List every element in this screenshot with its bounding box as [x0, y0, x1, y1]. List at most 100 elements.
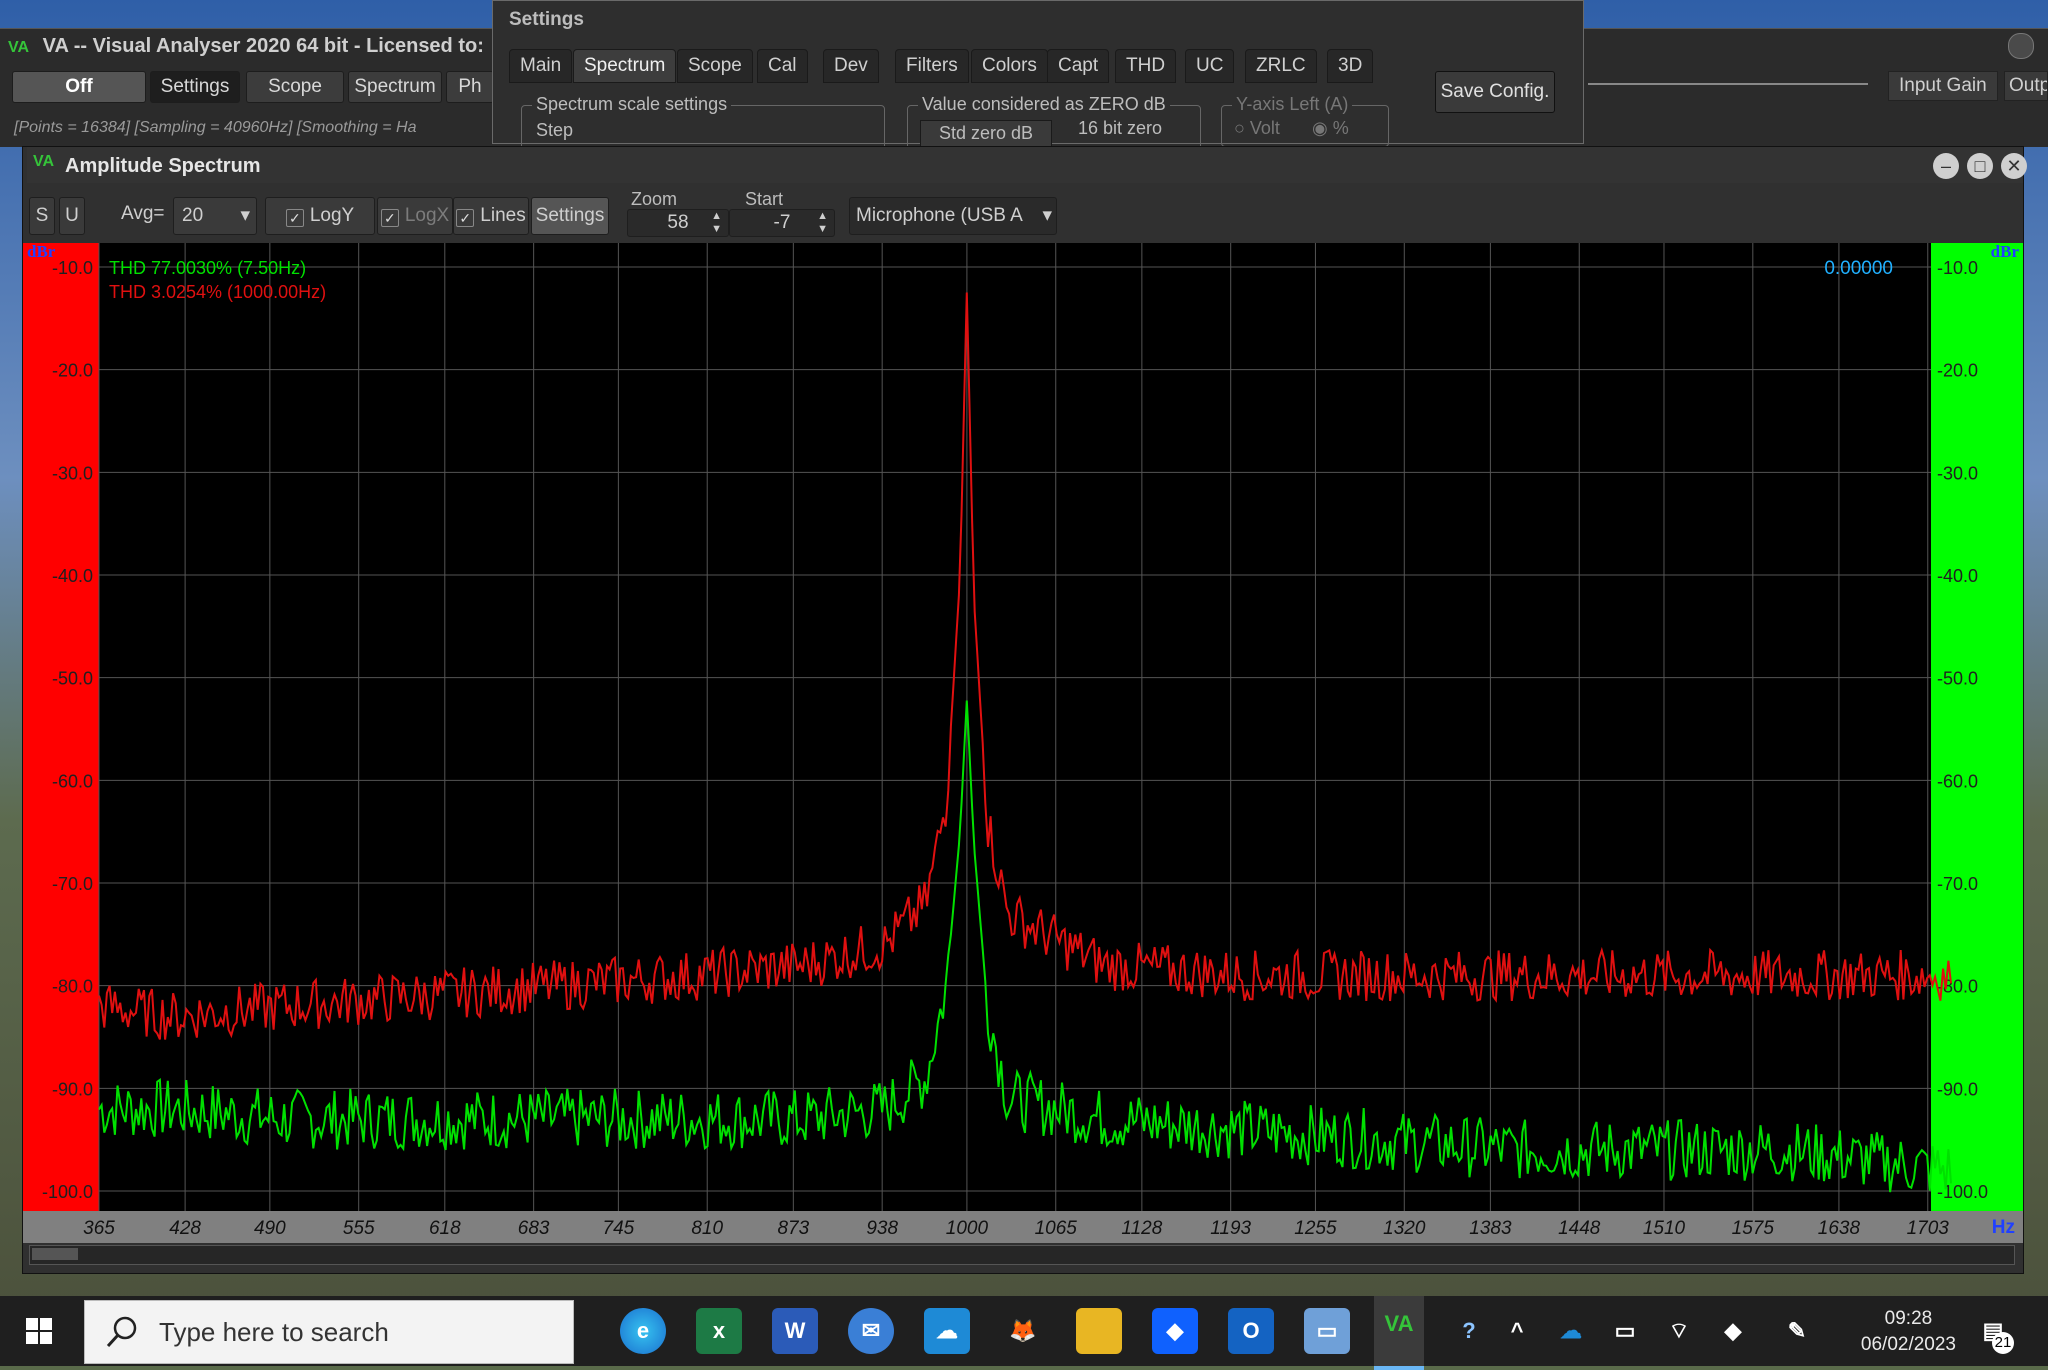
x-tick-label: 1255: [1294, 1218, 1337, 1239]
edge-icon[interactable]: e: [620, 1308, 666, 1354]
radio-icon: ○: [1234, 118, 1250, 138]
spinner-arrows-icon[interactable]: ▲ ▼: [817, 210, 828, 236]
tab-thd[interactable]: THD: [1115, 49, 1177, 83]
percent-label: %: [1332, 118, 1349, 138]
x-axis-unit-label: Hz: [1992, 1217, 2015, 1238]
onedrive-tray-icon[interactable]: ☁: [1548, 1308, 1594, 1354]
percent-radio[interactable]: ◉ %: [1312, 118, 1349, 139]
outlook-icon[interactable]: O: [1228, 1308, 1274, 1354]
main-spectrum-button[interactable]: Spectrum: [348, 71, 442, 103]
photos-icon[interactable]: ▭: [1304, 1308, 1350, 1354]
battery-icon[interactable]: ▭: [1602, 1308, 1648, 1354]
y-tick-label-left: -80.0: [52, 977, 93, 997]
device-select[interactable]: Microphone (USB A ▾: [849, 197, 1057, 235]
checkbox-icon: ✓: [285, 209, 304, 227]
zoom-spinner[interactable]: 58 ▲ ▼: [627, 209, 729, 237]
input-gain-button[interactable]: Input Gain: [1888, 71, 1998, 101]
y-tick-label-right: -60.0: [1937, 771, 1978, 791]
mail-icon[interactable]: ✉: [848, 1308, 894, 1354]
y-tick-label-left: -30.0: [52, 463, 93, 483]
volt-radio[interactable]: ○ Volt: [1234, 118, 1280, 139]
va-main-title: VA VA -- Visual Analyser 2020 64 bit - L…: [8, 35, 484, 58]
avg-select[interactable]: 20 ▾: [173, 197, 257, 235]
wifi-icon[interactable]: ⌔: [1656, 1308, 1702, 1354]
tab-colors[interactable]: Colors: [971, 49, 1048, 83]
amp-settings-button[interactable]: Settings: [531, 197, 609, 235]
x-tick-label: 555: [343, 1218, 375, 1239]
off-button[interactable]: Off: [12, 71, 146, 103]
zero-db-legend: Value considered as ZERO dB: [918, 94, 1170, 115]
tab-capt[interactable]: Capt: [1047, 49, 1110, 83]
x-tick-label: 873: [777, 1218, 809, 1239]
pen-icon[interactable]: ✎: [1774, 1308, 1820, 1354]
minimize-icon[interactable]: –: [1933, 153, 1959, 179]
file-explorer-icon[interactable]: [1076, 1308, 1122, 1354]
main-settings-button[interactable]: Settings: [150, 71, 240, 103]
tab-cal[interactable]: Cal: [757, 49, 808, 83]
settings-title: Settings: [509, 9, 584, 30]
x-tick-label: 1000: [946, 1218, 989, 1239]
windows-start-icon[interactable]: [26, 1318, 52, 1344]
main-minimize-icon[interactable]: [2008, 33, 2034, 59]
y-tick-label-left: -20.0: [52, 361, 93, 381]
taskbar: Type here to search e x W ✉ ☁ 🦊 ◆ O ▭ VA…: [0, 1296, 2048, 1370]
spectrum-plot[interactable]: -10.0 -10.0 -20.0 -20.0 -30.0 -30.0 -40.0 -40.0…: [23, 243, 2023, 1243]
y-axis-unit-right: dBr: [1991, 243, 2020, 261]
legend-thd-green: THD 77.0030% (7.50Hz): [109, 258, 306, 278]
scrollbar-thumb[interactable]: [32, 1248, 78, 1260]
logy-checkbox[interactable]: ✓ LogY: [265, 197, 375, 235]
chevron-up-icon[interactable]: ^: [1494, 1308, 1540, 1354]
dropbox-tray-icon[interactable]: ◆: [1710, 1308, 1756, 1354]
gain-slider-track[interactable]: [1588, 83, 1868, 85]
notification-count-badge: 21: [1992, 1332, 2014, 1354]
tab-main[interactable]: Main: [509, 49, 573, 83]
help-icon[interactable]: ?: [1446, 1308, 1492, 1354]
clock-time: 09:28: [1884, 1308, 1933, 1329]
taskbar-search[interactable]: Type here to search: [84, 1300, 574, 1364]
amp-window-title: Amplitude Spectrum: [65, 155, 261, 177]
tab-uc[interactable]: UC: [1185, 49, 1235, 83]
maximize-icon[interactable]: □: [1967, 153, 1993, 179]
taskbar-clock[interactable]: 09:28 06/02/2023: [1861, 1306, 1956, 1358]
tab-3d[interactable]: 3D: [1327, 49, 1374, 83]
u-button[interactable]: U: [59, 197, 85, 235]
logx-checkbox[interactable]: ✓ LogX: [377, 197, 453, 235]
logx-label: LogX: [404, 205, 450, 226]
tab-filters[interactable]: Filters: [895, 49, 969, 83]
plot-background: [23, 243, 2023, 1243]
sixteen-bit-zero-label[interactable]: 16 bit zero: [1078, 118, 1162, 139]
spinner-arrows-icon[interactable]: ▲ ▼: [711, 210, 722, 236]
x-tick-label: 1065: [1035, 1218, 1078, 1239]
x-tick-label: 1703: [1907, 1218, 1950, 1239]
clock-date: 06/02/2023: [1860, 1334, 1956, 1355]
logy-label: LogY: [309, 205, 355, 226]
x-tick-label: 1128: [1121, 1218, 1162, 1239]
fox-icon[interactable]: 🦊: [1000, 1308, 1046, 1354]
x-tick-label: 938: [866, 1218, 898, 1239]
search-placeholder: Type here to search: [159, 1317, 389, 1347]
horizontal-scrollbar[interactable]: [29, 1245, 2015, 1265]
tab-dev[interactable]: Dev: [823, 49, 879, 83]
lines-label: Lines: [480, 205, 526, 226]
settings-window: Settings Main Spectrum Scope Cal Dev Fil…: [492, 0, 1584, 157]
start-spinner[interactable]: -7 ▲ ▼: [729, 209, 835, 237]
output-gain-button[interactable]: Outp: [2004, 71, 2048, 101]
word-icon[interactable]: W: [772, 1308, 818, 1354]
main-phase-button[interactable]: Ph: [446, 71, 494, 103]
tab-spectrum[interactable]: Spectrum: [573, 49, 677, 83]
visual-analyser-icon[interactable]: VA: [1374, 1296, 1424, 1370]
va-main-title-text: VA -- Visual Analyser 2020 64 bit - Lice…: [42, 35, 484, 57]
tab-zrlc[interactable]: ZRLC: [1245, 49, 1317, 83]
lines-checkbox[interactable]: ✓ Lines: [453, 197, 529, 235]
main-scope-button[interactable]: Scope: [246, 71, 344, 103]
close-icon[interactable]: ✕: [2001, 153, 2027, 179]
checkbox-icon: ✓: [456, 209, 475, 227]
tab-scope[interactable]: Scope: [677, 49, 753, 83]
excel-icon[interactable]: x: [696, 1308, 742, 1354]
s-button[interactable]: S: [29, 197, 55, 235]
std-zero-db-button[interactable]: Std zero dB: [920, 120, 1053, 147]
onedrive-app-icon[interactable]: ☁: [924, 1308, 970, 1354]
dropbox-icon[interactable]: ◆: [1152, 1308, 1198, 1354]
save-config-button[interactable]: Save Config.: [1435, 71, 1555, 113]
y-tick-label-left: -10.0: [52, 258, 93, 278]
